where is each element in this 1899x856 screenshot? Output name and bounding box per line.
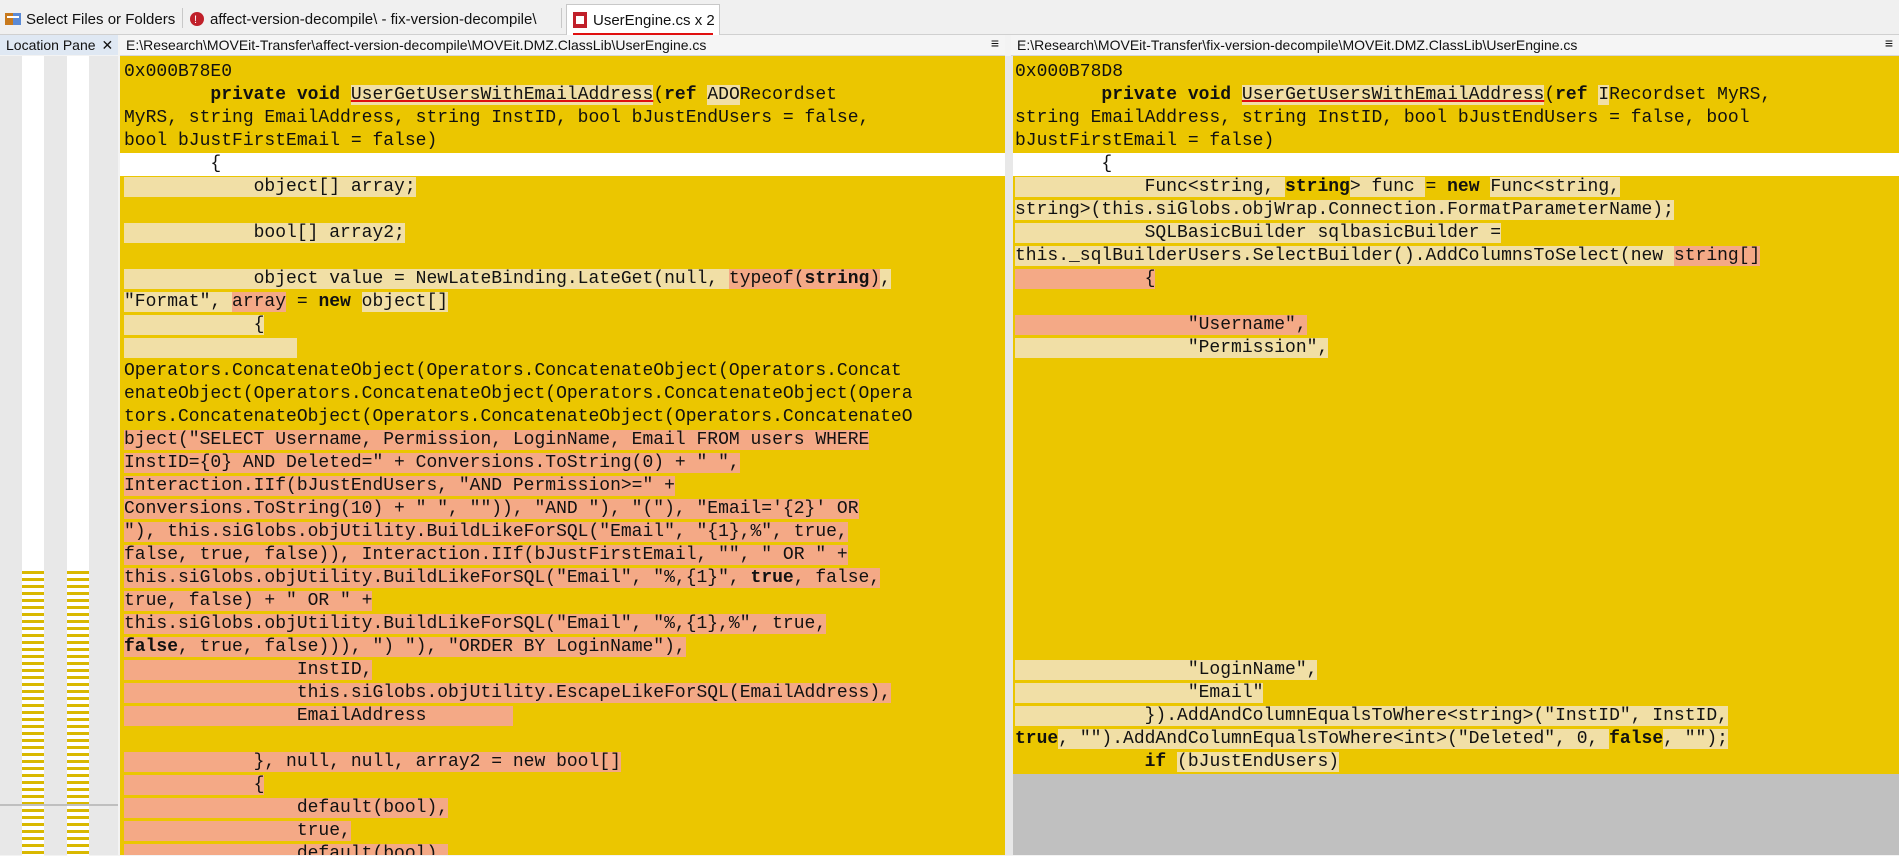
code-line: true, false) + " OR " + (124, 591, 373, 611)
code-line: if (bJustEndUsers) (1144, 752, 1340, 772)
code-line: "Permission", (1015, 338, 1329, 358)
code-line: private void UserGetUsersWithEmailAddres… (1101, 85, 1772, 105)
location-divider (0, 804, 118, 806)
code-line: Interaction.IIf(bJustEndUsers, "AND Perm… (124, 476, 675, 496)
close-icon[interactable]: ✕ (102, 37, 114, 54)
code-line: enateObject(Operators.ConcatenateObject(… (124, 384, 913, 404)
code-line: InstID, (124, 660, 373, 680)
tab-file-compare[interactable]: UserEngine.cs x 2 (566, 4, 720, 36)
code-line: "Email" (1015, 683, 1264, 703)
code-line: { (124, 315, 265, 335)
tab-folder-compare[interactable]: ! affect-version-decompile\ - fix-versio… (188, 4, 537, 34)
tab-label: Select Files or Folders (26, 10, 176, 28)
code-line: "Format", array = new object[] (124, 292, 449, 312)
code-line: default(bool), (124, 798, 449, 818)
location-strip-left[interactable] (22, 56, 44, 856)
code-line: true, "").AddAndColumnEqualsToWhere<int>… (1015, 729, 1728, 749)
right-pane-header: E:\Research\MOVEit-Transfer\fix-version-… (1011, 35, 1899, 56)
menu-icon[interactable]: ≡ (991, 35, 999, 51)
code-line: string>(this.siGlobs.objWrap.Connection.… (1015, 200, 1674, 220)
svg-text:!: ! (194, 14, 197, 26)
code-line: 0x000B78E0 (124, 62, 233, 82)
code-line: true, (124, 821, 351, 841)
code-line: "LoginName", (1015, 660, 1318, 680)
code-line: Operators.ConcatenateObject(Operators.Co… (124, 361, 902, 381)
folder-compare-icon (4, 10, 22, 28)
code-line: this.siGlobs.objUtility.BuildLikeForSQL(… (124, 568, 881, 588)
code-line: }).AddAndColumnEqualsToWhere<string>("In… (1015, 706, 1728, 726)
left-pane-header: E:\Research\MOVEit-Transfer\affect-versi… (120, 35, 1005, 56)
code-line: bJustFirstEmail = false) (1015, 131, 1275, 151)
code-line: tors.ConcatenateObject(Operators.Concate… (124, 407, 913, 427)
code-line: { (124, 775, 265, 795)
code-line: "), this.siGlobs.objUtility.BuildLikeFor… (124, 522, 848, 542)
right-file-path: E:\Research\MOVEit-Transfer\fix-version-… (1017, 37, 1578, 53)
menu-icon[interactable]: ≡ (1885, 35, 1893, 51)
code-line: EmailAddress (124, 706, 513, 726)
folder-diff-icon: ! (188, 10, 206, 28)
location-pane-header: Location Pane ✕ (0, 35, 118, 55)
code-line: InstID={0} AND Deleted=" + Conversions.T… (124, 453, 740, 473)
code-line: default(bool), (120, 843, 1005, 855)
left-code-pane[interactable]: 0x000B78E0 private void UserGetUsersWith… (120, 56, 1005, 855)
code-line: MyRS, string EmailAddress, string InstID… (124, 108, 870, 128)
tab-label: affect-version-decompile\ - fix-version-… (210, 10, 537, 28)
code-line (120, 337, 1005, 360)
code-line: bool bJustFirstEmail = false) (124, 131, 438, 151)
location-strip-right[interactable] (67, 56, 89, 856)
code-line: private void UserGetUsersWithEmailAddres… (210, 85, 837, 105)
tab-label: UserEngine.cs x 2 (593, 11, 715, 29)
code-line: Conversions.ToString(10) + " ", "")), "A… (124, 499, 859, 519)
empty-region (1013, 774, 1899, 855)
tab-select-files[interactable]: Select Files or Folders (4, 4, 175, 34)
location-pane[interactable] (0, 56, 118, 856)
code-line: }, null, null, array2 = new bool[] (124, 752, 621, 772)
code-line: 0x000B78D8 (1015, 62, 1124, 82)
code-line: { (1015, 269, 1156, 289)
code-line: "Username", (1015, 315, 1307, 335)
code-line: string EmailAddress, string InstID, bool… (1015, 108, 1750, 128)
file-diff-icon (571, 11, 589, 29)
tab-bar: Select Files or Folders ! affect-version… (0, 0, 1899, 36)
code-line: false, true, false))), ") "), "ORDER BY … (124, 637, 686, 657)
pane-splitter[interactable] (1005, 56, 1013, 855)
code-line: this.siGlobs.objUtility.BuildLikeForSQL(… (124, 614, 827, 634)
code-line: this._sqlBuilderUsers.SelectBuilder().Ad… (1015, 246, 1761, 266)
code-line: SQLBasicBuilder sqlbasicBuilder = (1015, 223, 1502, 243)
code-line: { (120, 153, 1005, 176)
code-line: bool[] array2; (124, 223, 405, 243)
code-line: bject("SELECT Username, Permission, Logi… (124, 430, 870, 450)
code-line: false, true, false)), Interaction.IIf(bJ… (124, 545, 848, 565)
right-code-pane[interactable]: 0x000B78D8 private void UserGetUsersWith… (1013, 56, 1899, 855)
code-line: { (1013, 153, 1899, 176)
code-line: object value = NewLateBinding.LateGet(nu… (124, 269, 891, 289)
code-line: object[] array; (124, 177, 416, 197)
left-file-path: E:\Research\MOVEit-Transfer\affect-versi… (126, 37, 707, 53)
code-line: this.siGlobs.objUtility.EscapeLikeForSQL… (124, 683, 891, 703)
location-pane-title: Location Pane (6, 37, 96, 53)
code-line: Func<string, string> func = new Func<str… (1015, 177, 1620, 197)
